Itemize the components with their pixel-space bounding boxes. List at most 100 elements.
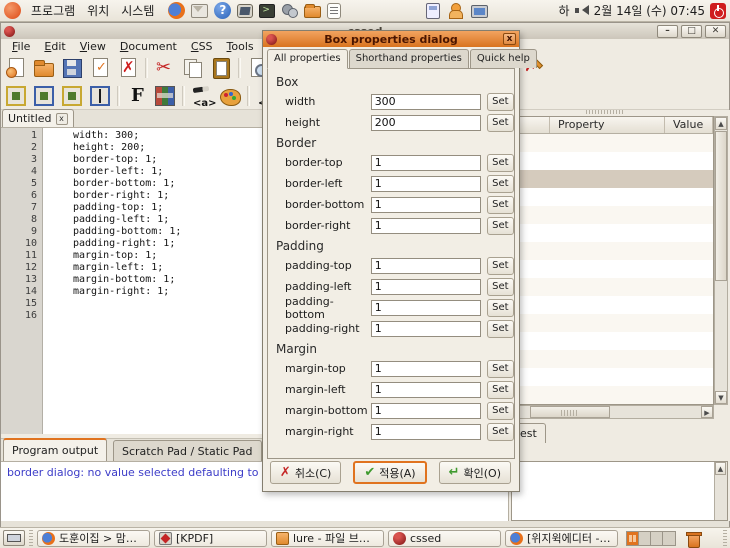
- set-button[interactable]: Set: [487, 278, 514, 296]
- set-button[interactable]: Set: [487, 114, 514, 132]
- clock[interactable]: 2월 14일 (수) 07:45: [594, 2, 705, 19]
- tray-app-icon[interactable]: [448, 3, 463, 19]
- scroll-right-icon[interactable]: ▶: [701, 406, 713, 418]
- table-row[interactable]: background-position: [510, 278, 713, 296]
- trash-icon[interactable]: [686, 531, 700, 546]
- table-row[interactable]: (backgrou: [510, 188, 713, 206]
- toolbar-button[interactable]: [89, 85, 111, 107]
- dialog-button[interactable]: 확인(O): [439, 461, 511, 484]
- set-button[interactable]: Set: [487, 381, 514, 399]
- dialog-tab[interactable]: All properties: [267, 49, 348, 69]
- scrollbar-thumb[interactable]: [715, 131, 727, 281]
- field-input[interactable]: [371, 361, 481, 377]
- menu-item[interactable]: CSS: [184, 40, 220, 53]
- toolbar-button[interactable]: [247, 86, 250, 106]
- toolbar-button[interactable]: [145, 58, 148, 78]
- show-desktop-button[interactable]: [3, 530, 25, 546]
- scroll-up-icon[interactable]: ▲: [715, 462, 726, 475]
- top-panel-menu[interactable]: 프로그램: [25, 0, 81, 21]
- column-header-property[interactable]: Property: [550, 117, 665, 133]
- toolbar-button[interactable]: [154, 57, 176, 79]
- toolbar-button[interactable]: [126, 85, 148, 107]
- minimize-button[interactable]: –: [657, 25, 678, 38]
- toolbar-button[interactable]: [5, 85, 27, 107]
- workspace-3[interactable]: [651, 532, 663, 545]
- table-row[interactable]: background-color: [510, 242, 713, 260]
- field-input[interactable]: [371, 115, 481, 131]
- dialog-close-icon[interactable]: x: [503, 33, 516, 45]
- tray-app-icon[interactable]: [471, 5, 488, 18]
- table-row[interactable]: border-color: [510, 350, 713, 368]
- field-input[interactable]: [371, 321, 481, 337]
- maximize-button[interactable]: □: [681, 25, 702, 38]
- top-panel-menu[interactable]: 시스템: [115, 0, 160, 21]
- toolbar-button[interactable]: [182, 86, 185, 106]
- tab-close-icon[interactable]: x: [56, 113, 68, 125]
- set-button[interactable]: Set: [487, 257, 514, 275]
- set-button[interactable]: Set: [487, 196, 514, 214]
- toolbar-button[interactable]: [182, 57, 204, 79]
- table-row[interactable]: border: [510, 314, 713, 332]
- table-row[interactable]: [510, 134, 713, 152]
- field-input[interactable]: [371, 258, 481, 274]
- vertical-scrollbar[interactable]: ▲: [714, 462, 727, 520]
- set-button[interactable]: Set: [487, 320, 514, 338]
- tray-app-icon[interactable]: [426, 3, 440, 19]
- tab-program-output[interactable]: Program output: [3, 438, 107, 461]
- toolbar-button[interactable]: [238, 58, 241, 78]
- scroll-down-icon[interactable]: ▼: [715, 391, 727, 404]
- power-button-icon[interactable]: [710, 3, 726, 19]
- workspace-switcher[interactable]: [626, 531, 676, 546]
- volume-icon[interactable]: [575, 4, 589, 17]
- field-input[interactable]: [371, 94, 481, 110]
- menu-item[interactable]: Edit: [37, 40, 72, 53]
- launcher-icon[interactable]: [281, 3, 298, 18]
- set-button[interactable]: Set: [487, 175, 514, 193]
- field-input[interactable]: [371, 403, 481, 419]
- set-button[interactable]: Set: [487, 154, 514, 172]
- splitter-handle[interactable]: [586, 110, 624, 114]
- table-row[interactable]: border-spacing: [510, 368, 713, 386]
- field-input[interactable]: [371, 176, 481, 192]
- taskbar-window-button[interactable]: [위지윅에디터 - Goo...: [505, 530, 618, 547]
- set-button[interactable]: Set: [487, 93, 514, 111]
- editor-tab-untitled[interactable]: Untitled x: [2, 109, 74, 127]
- taskbar-window-button[interactable]: lure - 파일 브라우저: [271, 530, 384, 547]
- toolbar-button[interactable]: [61, 85, 83, 107]
- toolbar-button[interactable]: [219, 85, 241, 107]
- workspace-1[interactable]: [627, 532, 639, 545]
- menu-item[interactable]: View: [73, 40, 113, 53]
- toolbar-button[interactable]: [191, 85, 213, 107]
- field-input[interactable]: [371, 300, 481, 316]
- toolbar-button[interactable]: [5, 57, 27, 79]
- launcher-icon[interactable]: [168, 2, 185, 19]
- scrollbar-thumb[interactable]: [530, 406, 610, 418]
- launcher-icon[interactable]: [191, 4, 208, 18]
- set-button[interactable]: Set: [487, 402, 514, 420]
- toolbar-button[interactable]: [117, 86, 120, 106]
- panel-handle[interactable]: [29, 530, 33, 546]
- launcher-icon[interactable]: [237, 4, 253, 18]
- ime-indicator[interactable]: 하: [559, 2, 570, 19]
- dialog-titlebar[interactable]: Box properties dialog x: [263, 31, 519, 47]
- panel-detail-box[interactable]: ▲: [511, 461, 728, 521]
- table-row[interactable]: azimuth: [510, 152, 713, 170]
- toolbar-button[interactable]: [33, 57, 55, 79]
- toolbar-button[interactable]: [154, 85, 176, 107]
- table-row[interactable]: background-image: [510, 260, 713, 278]
- dialog-button[interactable]: 취소(C): [270, 461, 341, 484]
- workspace-2[interactable]: [639, 532, 651, 545]
- set-button[interactable]: Set: [487, 299, 514, 317]
- dialog-tab[interactable]: Quick help: [470, 49, 537, 68]
- set-button[interactable]: Set: [487, 360, 514, 378]
- field-input[interactable]: [371, 424, 481, 440]
- launcher-icon[interactable]: [259, 4, 275, 18]
- dialog-tab[interactable]: Shorthand properties: [349, 49, 469, 68]
- toolbar-button[interactable]: [117, 57, 139, 79]
- taskbar-window-button[interactable]: 도훈이집 > 맘데로...: [37, 530, 150, 547]
- launcher-icon[interactable]: [304, 6, 321, 18]
- field-input[interactable]: [371, 218, 481, 234]
- taskbar-window-button[interactable]: cssed: [388, 530, 501, 547]
- toolbar-button[interactable]: [89, 57, 111, 79]
- set-button[interactable]: Set: [487, 423, 514, 441]
